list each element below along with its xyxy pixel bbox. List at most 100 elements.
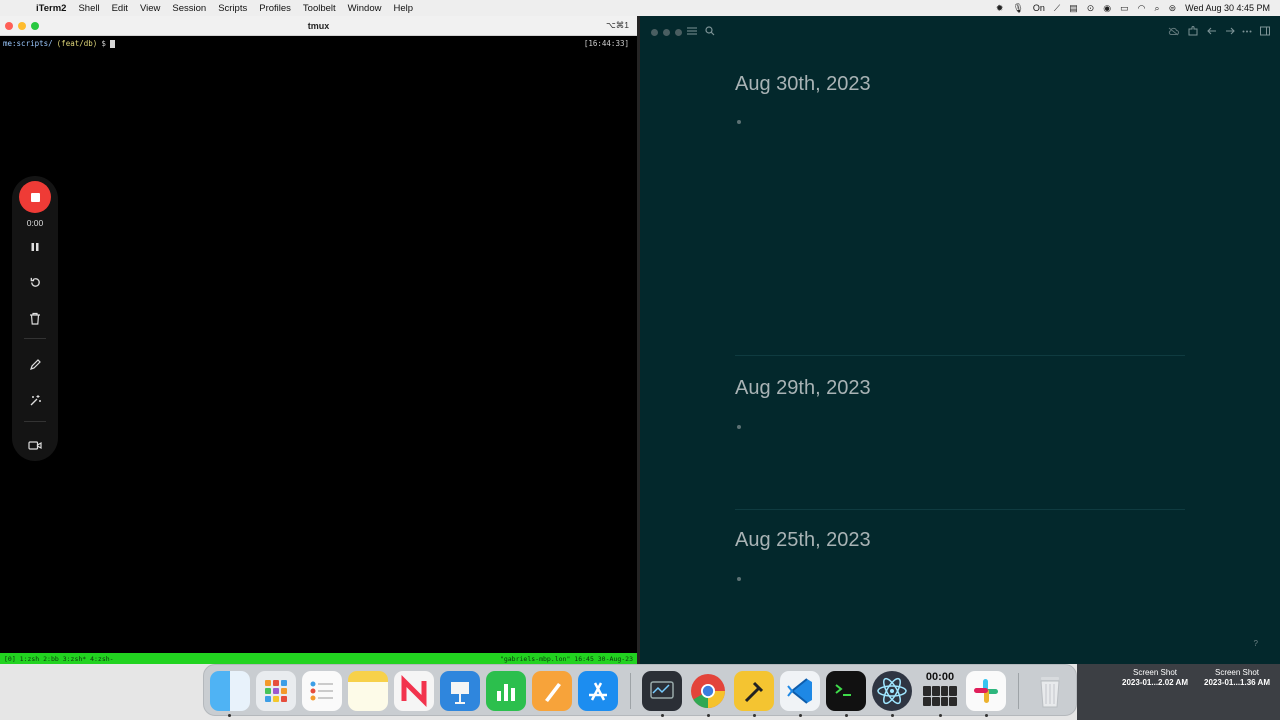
news-icon[interactable] [394,671,434,711]
pages-icon[interactable] [532,671,572,711]
vscode-icon[interactable] [780,671,820,711]
journal-block-bullet[interactable] [737,425,741,429]
stop-recording-button[interactable] [19,181,51,213]
window-controls [651,29,682,36]
journal-day-title[interactable]: Aug 29th, 2023 [735,377,871,400]
desktop-file-name: Screen Shot [1214,668,1260,677]
menu-profiles[interactable]: Profiles [259,3,291,14]
user-icon[interactable]: ◉ [1103,3,1111,14]
toolbar-separator [24,338,46,339]
notes-icon[interactable] [348,671,388,711]
slack-icon[interactable] [966,671,1006,711]
tmux-status-bar: [0] 1:zsh 2:bb 3:zsh* 4:zsh- "gabriels-m… [0,653,637,664]
menu-bar: iTerm2 Shell Edit View Session Scripts P… [0,0,1280,16]
launchpad-icon[interactable] [256,671,296,711]
dock-separator [1018,673,1019,709]
trash-icon[interactable] [1030,671,1070,711]
minimize-icon[interactable] [18,22,26,30]
tmux-status-right: "gabriels-mbp.lon" 16:45 30-Aug-23 [499,654,633,663]
running-indicator [707,714,710,717]
journal-block-bullet[interactable] [737,577,741,581]
help-button[interactable]: ? [1254,639,1258,648]
search-icon[interactable] [703,24,717,38]
menu-toolbelt[interactable]: Toolbelt [303,3,336,14]
control-center-icon[interactable]: ⊜ [1169,3,1177,14]
finder-icon[interactable] [210,671,250,711]
numbers-icon[interactable] [486,671,526,711]
microphone-icon[interactable]: 🎙︎ [1012,3,1023,14]
recording-timer: 0:00 [26,218,44,228]
menu-edit[interactable]: Edit [112,3,128,14]
zoom-icon[interactable] [31,22,39,30]
menu-icon[interactable] [685,24,699,38]
close-icon[interactable] [5,22,13,30]
journal-day-title[interactable]: Aug 30th, 2023 [735,73,871,96]
restart-icon[interactable] [26,273,44,291]
pause-icon[interactable] [26,238,44,256]
reminders-icon[interactable] [302,671,342,711]
camera-icon[interactable] [26,436,44,454]
terminal-clock: [16:44:33] [583,39,629,48]
menu-shell[interactable]: Shell [78,3,99,14]
minimize-icon[interactable] [663,29,670,36]
dock-separator [630,673,631,709]
running-indicator [985,714,988,717]
cloud-off-icon[interactable] [1166,24,1180,38]
running-indicator [939,714,942,717]
menu-datetime[interactable]: Wed Aug 30 4:45 PM [1185,3,1270,13]
menu-scripts[interactable]: Scripts [218,3,247,14]
stop-icon [30,192,40,202]
journal-day-title[interactable]: Aug 25th, 2023 [735,529,871,552]
desktop-file[interactable]: Screen Shot 2023-01...2.02 AM [1115,668,1195,688]
menu-window[interactable]: Window [348,3,382,14]
gear-icon[interactable]: ✹ [996,3,1004,14]
clipboard-icon[interactable]: ▤ [1069,3,1078,14]
forward-arrow-icon[interactable] [1223,24,1237,38]
puzzle-icon[interactable] [1186,24,1200,38]
keynote-icon[interactable] [440,671,480,711]
terminal-icon[interactable] [826,671,866,711]
close-icon[interactable] [651,29,658,36]
window-shortcut: ⌥⌘1 [605,20,629,30]
build-tool-icon[interactable] [734,671,774,711]
back-arrow-icon[interactable] [1205,24,1219,38]
window-title: tmux [307,20,330,31]
running-indicator [661,714,664,717]
desktop-file[interactable]: Screen Shot 2023-01...1.36 AM [1197,668,1277,688]
terminal-cursor [109,39,115,48]
zoom-icon[interactable] [675,29,682,36]
running-indicator [891,714,894,717]
system-monitor-icon[interactable] [642,671,682,711]
journal-block-bullet[interactable] [737,120,741,124]
terminal-prompt[interactable]: me:scripts/ (feat/db) $ [3,39,115,48]
app-store-icon[interactable] [578,671,618,711]
menu-app-name[interactable]: iTerm2 [36,3,66,14]
wifi-icon[interactable]: ◠ [1138,3,1146,14]
desktop-file-detail: 2023-01...1.36 AM [1204,678,1270,687]
pencil-icon[interactable] [26,355,44,373]
battery-icon[interactable]: ▭ [1120,3,1129,14]
magic-wand-icon[interactable] [26,391,44,409]
sidebar-toggle-icon[interactable] [1258,24,1272,38]
electron-icon[interactable] [872,671,912,711]
play-icon[interactable]: ⊙ [1087,3,1095,14]
day-divider [735,509,1185,510]
tool-icon[interactable]: ⟋ [1054,3,1060,14]
tmux-titlebar[interactable]: tmux ⌥⌘1 [0,16,637,36]
menu-help[interactable]: Help [393,3,413,14]
stopwatch-icon[interactable]: 00:00 [920,671,960,711]
search-icon[interactable]: ⌕ [1155,3,1160,14]
day-divider [735,355,1185,356]
running-indicator [753,714,756,717]
tmux-window-list[interactable]: [0] 1:zsh 2:bb 3:zsh* 4:zsh- [4,655,114,663]
trash-icon[interactable] [26,309,44,327]
more-icon[interactable] [1240,24,1254,38]
journal-toolbar [640,16,1280,46]
menu-view[interactable]: View [140,3,160,14]
screen-recorder-toolbar: 0:00 [12,176,58,461]
menu-session[interactable]: Session [172,3,206,14]
chrome-icon[interactable] [688,671,728,711]
running-indicator [799,714,802,717]
status-on-label[interactable]: On [1033,3,1045,13]
stopwatch-time: 00:00 [925,671,955,683]
